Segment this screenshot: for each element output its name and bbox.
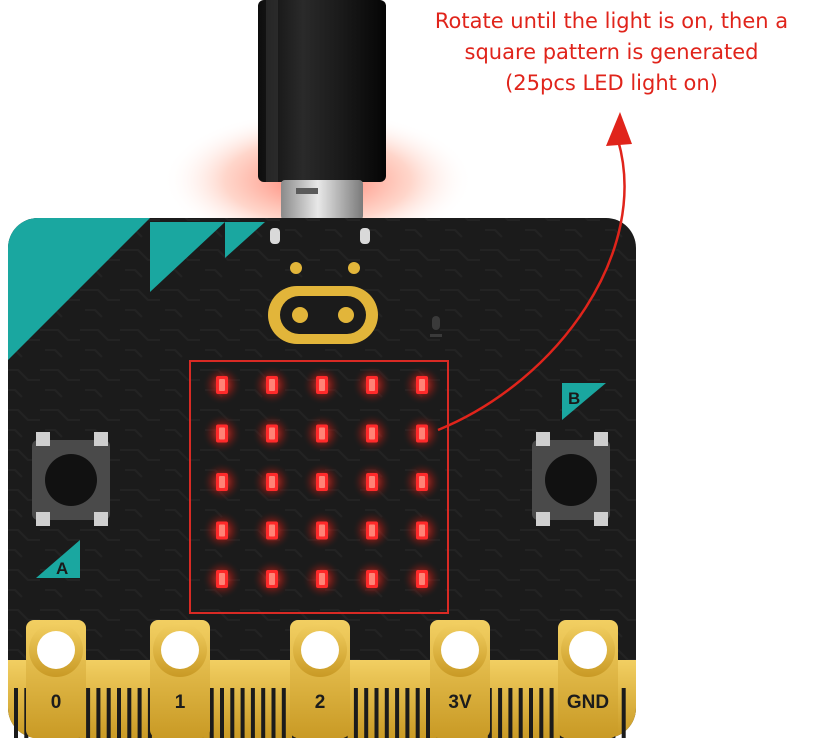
led-5-3	[302, 559, 342, 599]
led-2-2	[252, 413, 292, 454]
led-3-2	[252, 462, 292, 502]
pin-gnd[interactable]: GND	[558, 620, 618, 738]
led-1-3	[302, 365, 342, 405]
led-3-3	[302, 462, 342, 502]
led-2-1	[202, 413, 242, 454]
touch-logo-icon[interactable]	[268, 286, 378, 344]
led-4-3	[302, 510, 342, 551]
annotation-line-2: square pattern is generated	[464, 40, 759, 64]
led-4-5	[402, 510, 442, 551]
pin-1[interactable]: 1	[150, 620, 210, 738]
pin-label: 1	[175, 692, 186, 713]
led-5-1	[202, 559, 242, 599]
annotation-text: Rotate until the light is on, then a squ…	[400, 6, 823, 99]
pin-label: GND	[567, 692, 609, 713]
pin-2[interactable]: 2	[290, 620, 350, 738]
button-b-label: B	[568, 389, 580, 408]
button-a-label: A	[56, 559, 68, 578]
led-1-4	[352, 365, 392, 405]
microbit-scene: A B 0 1 2 3V GND	[8, 0, 636, 738]
annotation-line-3: (25pcs LED light on)	[505, 71, 718, 95]
led-5-5	[402, 559, 442, 599]
led-3-4	[352, 462, 392, 502]
led-3-1	[202, 462, 242, 502]
button-b[interactable]	[532, 432, 610, 526]
led-5-2	[252, 559, 292, 599]
pin-label: 3V	[448, 692, 472, 713]
led-2-3	[302, 413, 342, 454]
led-4-4	[352, 510, 392, 551]
pin-label: 0	[51, 692, 62, 713]
pin-0[interactable]: 0	[26, 620, 86, 738]
led-5-4	[352, 559, 392, 599]
microbit-board: A B 0 1 2 3V GND	[8, 218, 636, 738]
led-2-5	[402, 413, 442, 454]
annotation-line-1: Rotate until the light is on, then a	[434, 9, 789, 33]
pin-label: 2	[315, 692, 326, 713]
led-4-2	[252, 510, 292, 551]
led-2-4	[352, 413, 392, 454]
led-1-1	[202, 365, 242, 405]
led-4-1	[202, 510, 242, 551]
led-3-5	[402, 462, 442, 502]
button-a[interactable]	[32, 432, 110, 526]
led-1-5	[402, 365, 442, 405]
pin-3v[interactable]: 3V	[430, 620, 490, 738]
led-1-2	[252, 365, 292, 405]
